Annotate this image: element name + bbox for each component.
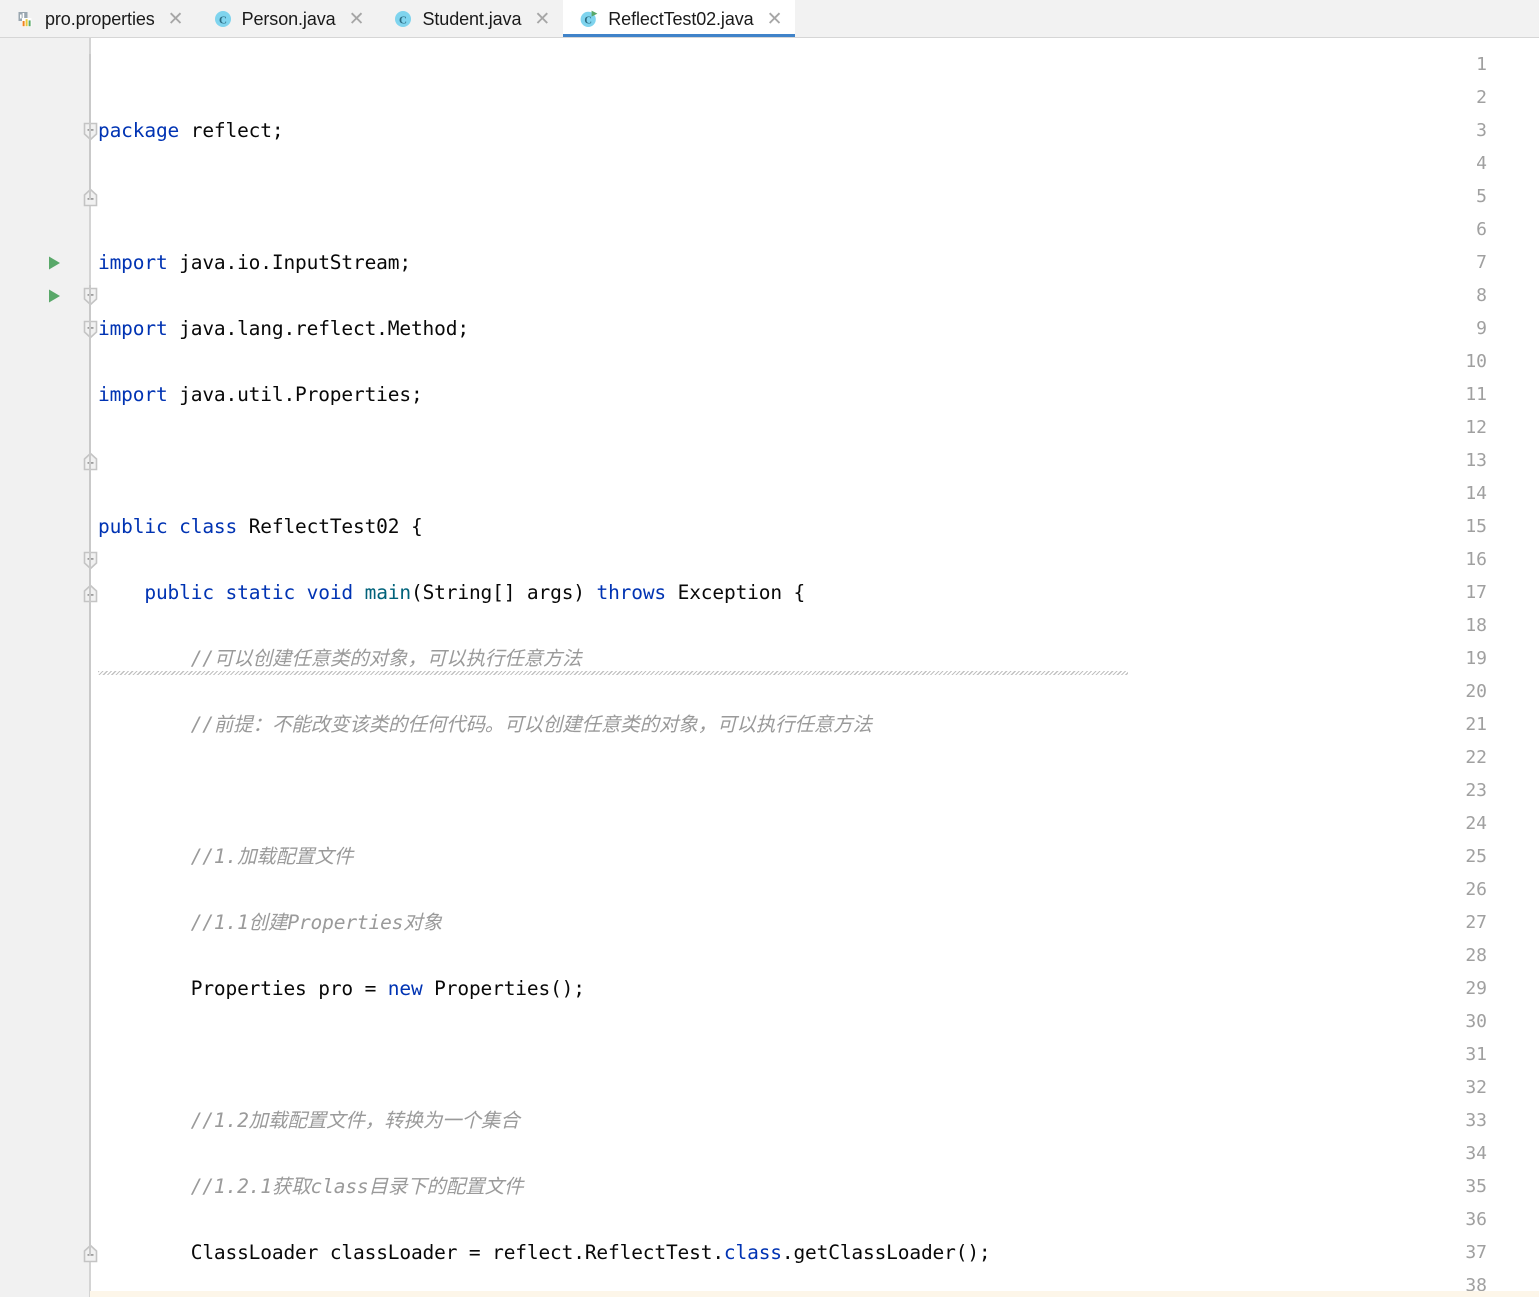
close-icon[interactable]: ✕ <box>534 10 550 29</box>
fold-region-rail <box>89 318 91 464</box>
close-icon[interactable]: ✕ <box>168 10 184 29</box>
code-line-1: package reflect; <box>98 119 284 142</box>
java-runnable-class-icon: C <box>579 9 599 29</box>
code-line-10: //前提：不能改变该类的任何代码。可以创建任意类的对象，可以执行任意方法 <box>98 713 872 736</box>
run-triangle-icon[interactable] <box>47 246 63 279</box>
tab-label: Person.java <box>241 9 336 29</box>
editor-gutter[interactable] <box>0 38 90 1297</box>
fold-region-rail <box>89 120 91 200</box>
code-line-18: ClassLoader classLoader = reflect.Reflec… <box>190 1241 991 1264</box>
editor-tab-bar: pro.properties ✕ C Person.java ✕ C Stude… <box>0 0 1539 38</box>
caret-row-highlight <box>90 1291 1539 1297</box>
code-editor[interactable]: 1 2 3 4 5 6 7 8 9 10 11 12 13 14 15 16 17 18 19 20 21 22 23 24 2… <box>0 38 1539 1297</box>
close-icon[interactable]: ✕ <box>767 10 783 29</box>
close-icon[interactable]: ✕ <box>349 10 365 29</box>
tab-person-java[interactable]: C Person.java ✕ <box>196 0 378 37</box>
tab-label: ReflectTest02.java <box>608 9 754 29</box>
code-line-5: import java.util.Properties; <box>98 383 423 406</box>
svg-text:C: C <box>585 16 593 27</box>
tab-label: Student.java <box>422 9 522 29</box>
fold-region-rail <box>89 549 91 596</box>
svg-text:C: C <box>400 14 408 26</box>
java-class-icon: C <box>393 9 413 29</box>
code-line-3: import java.io.InputStream; <box>98 251 411 274</box>
tab-pro-properties[interactable]: pro.properties ✕ <box>0 0 197 37</box>
tab-label: pro.properties <box>45 9 155 29</box>
warning-squiggle <box>98 671 1128 675</box>
code-line-12: //1.加载配置文件 <box>98 845 354 868</box>
tab-student-java[interactable]: C Student.java ✕ <box>377 0 564 37</box>
properties-file-icon <box>16 9 36 29</box>
code-line-17: //1.2.1获取class目录下的配置文件 <box>98 1175 524 1198</box>
tab-reflecttest02-java[interactable]: C ReflectTest02.java ✕ <box>563 0 796 37</box>
code-line-7: public class ReflectTest02 { <box>98 515 423 538</box>
code-line-8: public static void main(String[] args) t… <box>144 581 806 604</box>
code-line-13: //1.1创建Properties对象 <box>98 911 442 934</box>
code-line-4: import java.lang.reflect.Method; <box>98 317 469 340</box>
svg-text:C: C <box>219 14 227 26</box>
code-line-16: //1.2加载配置文件，转换为一个集合 <box>98 1109 520 1132</box>
code-line-14: Properties pro = new Properties(); <box>190 977 585 1000</box>
run-triangle-icon[interactable] <box>47 279 63 312</box>
java-class-icon: C <box>213 9 233 29</box>
